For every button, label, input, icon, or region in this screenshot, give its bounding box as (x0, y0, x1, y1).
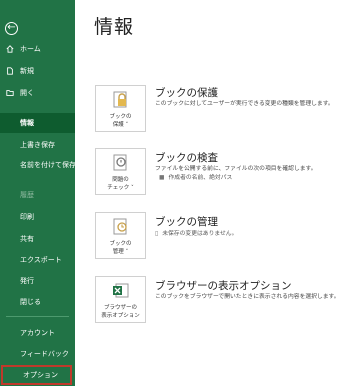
home-icon (6, 45, 14, 53)
inspect-document-icon (113, 154, 127, 171)
nav-close[interactable]: 閉じる (0, 292, 75, 312)
manage-workbook-tile-label: ブックの 管理 ˅ (109, 241, 132, 255)
nav-export-label: エクスポート (20, 256, 62, 264)
nav-info-label: 情報 (20, 119, 34, 127)
page-title: 情報 (94, 16, 135, 38)
folder-icon (6, 90, 14, 96)
inspect-workbook-desc: ファイルを公開する前に、ファイルの次の項目を確認します。 (155, 166, 317, 172)
manage-workbook-button[interactable]: ブックの 管理 ˅ (95, 212, 146, 259)
nav-options-label: オプション (23, 371, 58, 379)
protect-workbook-button[interactable]: ブックの 保護 ˅ (95, 85, 146, 132)
nav-options[interactable]: オプション (1, 365, 72, 385)
nav-save[interactable]: 上書き保存 (0, 135, 75, 155)
nav-print-label: 印刷 (20, 213, 34, 221)
nav-save-label: 上書き保存 (20, 141, 55, 149)
document-status-icon: ▯ (155, 231, 159, 237)
lock-icon (113, 91, 127, 108)
nav-close-label: 閉じる (20, 298, 41, 306)
inspect-workbook-item: ■ 作成者の名前、絶対パス (159, 174, 232, 183)
nav-new-label: 新規 (20, 67, 34, 75)
nav-info[interactable]: 情報 (0, 113, 75, 133)
nav-publish[interactable]: 発行 (0, 271, 75, 291)
backstage-sidebar: ← ホーム 新規 開く 情報 上書き保存 名前を付けて保存 履歴 印刷 共有 エ… (0, 0, 75, 386)
browser-view-options-button[interactable]: ブラウザーの 表示オプション (95, 276, 146, 323)
browser-view-options-title: ブラウザーの表示オプション (155, 280, 292, 292)
nav-share-label: 共有 (20, 235, 34, 243)
nav-history-label: 履歴 (20, 191, 34, 199)
check-issues-tile-label: 問題の チェック ˅ (107, 177, 134, 191)
protect-workbook-tile-label: ブックの 保護 ˅ (109, 114, 132, 128)
nav-export[interactable]: エクスポート (0, 250, 75, 270)
nav-new[interactable]: 新規 (0, 61, 75, 81)
check-issues-button[interactable]: 問題の チェック ˅ (95, 148, 146, 195)
manage-workbook-status-text: 未保存の変更はありません。 (162, 231, 238, 237)
back-arrow-glyph: ← (7, 22, 16, 33)
manage-workbook-title: ブックの管理 (155, 216, 218, 228)
nav-account-label: アカウント (20, 329, 55, 337)
nav-open[interactable]: 開く (0, 83, 75, 103)
nav-account[interactable]: アカウント (0, 323, 75, 343)
excel-browser-icon (113, 283, 129, 298)
nav-save-as[interactable]: 名前を付けて保存 (0, 155, 75, 175)
nav-home-label: ホーム (20, 45, 41, 53)
manage-workbook-icon (113, 218, 127, 235)
nav-open-label: 開く (20, 89, 34, 97)
inspect-workbook-item-text: 作成者の名前、絶対パス (168, 175, 233, 181)
manage-workbook-status: ▯ 未保存の変更はありません。 (155, 230, 237, 239)
nav-home[interactable]: ホーム (0, 39, 75, 59)
nav-share[interactable]: 共有 (0, 229, 75, 249)
back-arrow-icon[interactable]: ← (5, 22, 18, 35)
protect-workbook-title: ブックの保護 (155, 87, 218, 99)
sidebar-divider (6, 316, 69, 317)
nav-feedback-label: フィードバック (20, 350, 69, 358)
nav-history: 履歴 (0, 185, 75, 205)
nav-feedback[interactable]: フィードバック (0, 344, 75, 364)
protect-workbook-desc: このブックに対してユーザーが実行できる変更の種類を管理します。 (155, 101, 334, 107)
inspect-workbook-title: ブックの検査 (155, 152, 218, 164)
browser-view-options-tile-label: ブラウザーの 表示オプション (101, 305, 140, 319)
browser-view-options-desc: このブックをブラウザーで開いたときに表示される内容を選択します。 (155, 294, 340, 300)
nav-publish-label: 発行 (20, 277, 34, 285)
nav-print[interactable]: 印刷 (0, 207, 75, 227)
nav-save-as-label: 名前を付けて保存 (20, 161, 75, 169)
new-document-icon (7, 67, 13, 75)
bullet-icon: ■ (159, 175, 165, 181)
